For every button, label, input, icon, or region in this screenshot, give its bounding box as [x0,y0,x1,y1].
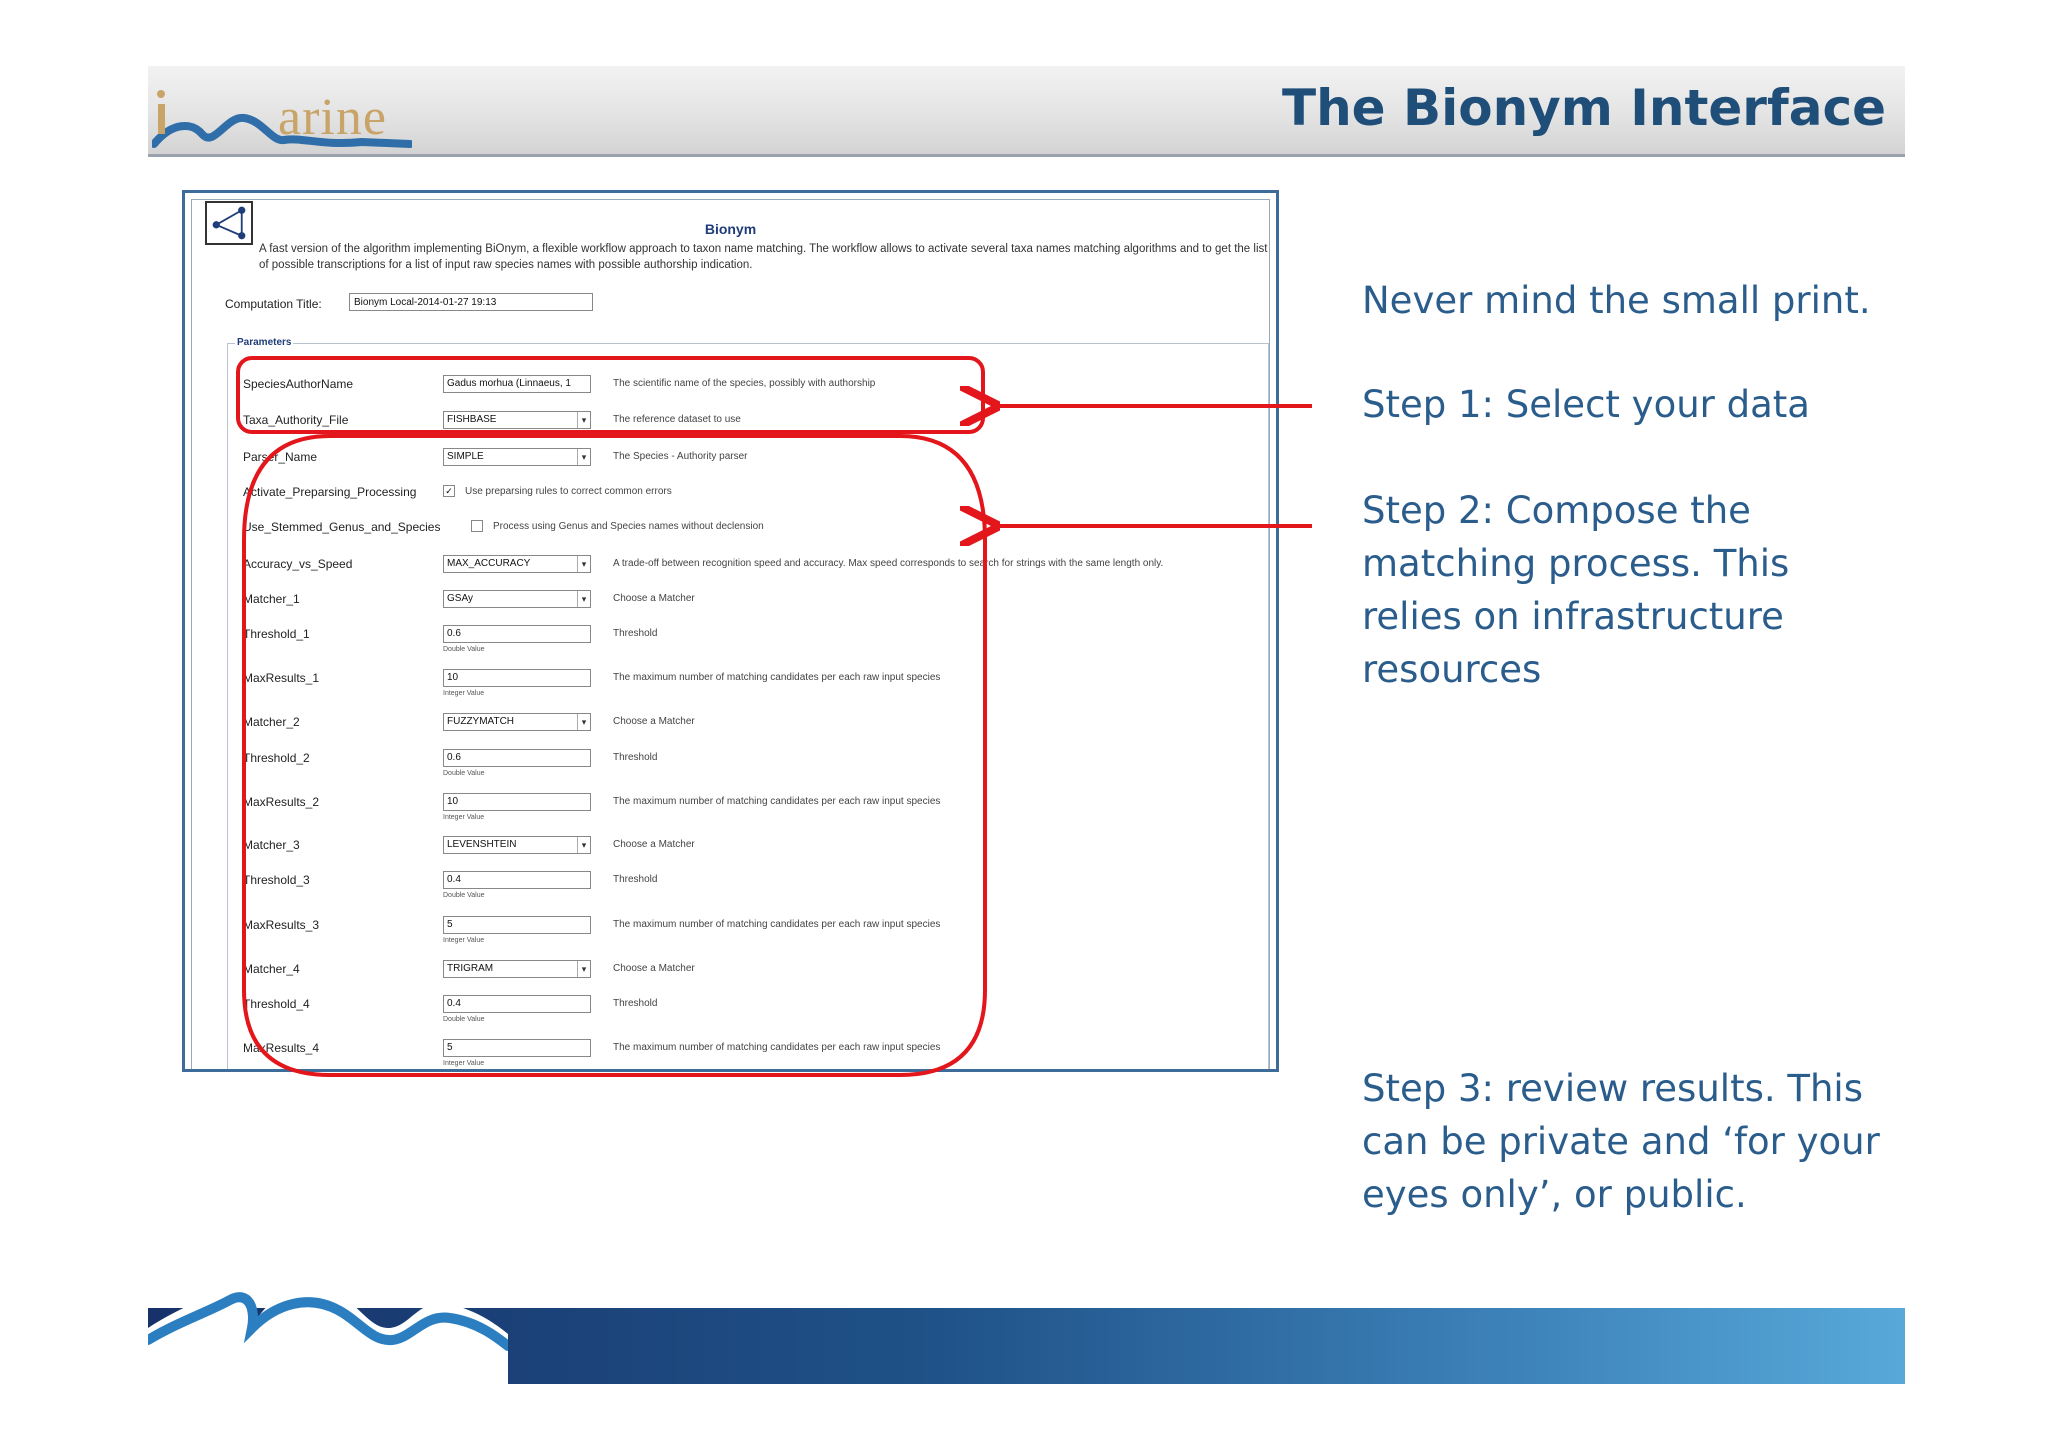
slide-title: The Bionym Interface [1281,79,1886,137]
param-hint: The maximum number of matching candidate… [613,919,941,930]
chevron-down-icon[interactable]: ▾ [577,556,590,572]
note-step-1: Step 1: Select your data [1362,383,1810,426]
param-input[interactable]: 5 [443,1039,591,1057]
param-value: 5 [447,919,453,930]
param-type-note: Double Value [443,1016,485,1023]
param-hint: The scientific name of the species, poss… [613,378,876,389]
param-value: FUZZYMATCH [447,716,515,727]
bionym-screenshot: Bionym A fast version of the algorithm i… [182,190,1279,1072]
param-value: TRIGRAM [447,963,494,974]
param-label: MaxResults_1 [243,671,320,685]
computation-title-label: Computation Title: [225,297,322,311]
param-label: Taxa_Authority_File [243,413,349,427]
param-type-note: Integer Value [443,937,485,944]
param-value: 0.4 [447,998,461,1009]
bionym-description: A fast version of the algorithm implemen… [259,243,1268,271]
param-select[interactable]: SIMPLE ▾ [443,448,591,466]
param-label: MaxResults_4 [243,1041,320,1055]
chevron-down-icon[interactable]: ▾ [577,412,590,428]
note-step-2: Step 2: Compose the matching process. Th… [1362,489,1790,691]
param-hint: Threshold [613,628,658,639]
chevron-down-icon[interactable]: ▾ [577,591,590,607]
param-value: MAX_ACCURACY [447,558,531,569]
param-label: MaxResults_2 [243,795,320,809]
param-value: LEVENSHTEIN [447,839,517,850]
param-select[interactable]: TRIGRAM ▾ [443,960,591,978]
computation-title-input[interactable]: Bionym Local-2014-01-27 19:13 [349,293,593,311]
param-value: 0.6 [447,752,461,763]
param-type-note: Integer Value [443,814,485,821]
param-value: 0.6 [447,628,461,639]
param-type-note: Integer Value [443,690,485,697]
param-label: MaxResults_3 [243,918,320,932]
param-checkbox[interactable] [471,520,483,532]
parameters-legend: Parameters [235,337,294,348]
param-select[interactable]: MAX_ACCURACY ▾ [443,555,591,573]
param-select[interactable]: LEVENSHTEIN ▾ [443,836,591,854]
param-value: 0.4 [447,874,461,885]
chevron-down-icon[interactable]: ▾ [577,449,590,465]
note-step-3: Step 3: review results. This can be priv… [1362,1067,1880,1216]
param-label: Parser_Name [243,450,318,464]
param-hint: The reference dataset to use [613,414,741,425]
param-label: SpeciesAuthorName [243,377,354,391]
param-value: Gadus morhua (Linnaeus, 1 [447,378,571,389]
param-select[interactable]: FUZZYMATCH ▾ [443,713,591,731]
param-hint: The Species - Authority parser [613,451,748,462]
param-label: Matcher_2 [243,715,300,729]
param-value: 10 [447,672,459,683]
param-label: Threshold_2 [243,751,310,765]
param-hint: Threshold [613,874,658,885]
param-input[interactable]: 10 [443,669,591,687]
param-value: 10 [447,796,459,807]
param-input[interactable]: 10 [443,793,591,811]
param-hint: Choose a Matcher [613,839,695,850]
param-label: Threshold_1 [243,627,310,641]
param-value: FISHBASE [447,414,497,425]
param-hint: The maximum number of matching candidate… [613,672,941,683]
param-value: SIMPLE [447,451,484,462]
param-value: GSAy [447,593,473,604]
param-hint: The maximum number of matching candidate… [613,796,941,807]
param-label: Threshold_3 [243,873,310,887]
param-hint: Threshold [613,752,658,763]
param-input[interactable]: 0.4 [443,995,591,1013]
param-label: Accuracy_vs_Speed [243,557,353,571]
param-input[interactable]: 0.6 [443,749,591,767]
param-hint: Threshold [613,998,658,1009]
param-label: Threshold_4 [243,997,310,1011]
param-hint: A trade-off between recognition speed an… [613,558,1164,569]
param-hint: Use preparsing rules to correct common e… [465,486,672,497]
param-input[interactable]: 0.4 [443,871,591,889]
param-checkbox[interactable]: ✓ [443,485,455,497]
chevron-down-icon[interactable]: ▾ [577,714,590,730]
wave-decoration-icon [148,1282,508,1384]
param-hint: Process using Genus and Species names wi… [493,521,764,532]
chevron-down-icon[interactable]: ▾ [577,837,590,853]
param-hint: Choose a Matcher [613,963,695,974]
param-type-note: Double Value [443,770,485,777]
param-label: Use_Stemmed_Genus_and_Species [243,520,441,534]
param-label: Activate_Preparsing_Processing [243,485,417,499]
param-label: Matcher_3 [243,838,300,852]
param-select[interactable]: GSAy ▾ [443,590,591,608]
note-small-print: Never mind the small print. [1362,279,1871,322]
logo-text: arine [278,89,387,146]
param-type-note: Double Value [443,646,485,653]
param-input[interactable]: 5 [443,916,591,934]
param-label: Matcher_1 [243,592,300,606]
chevron-down-icon[interactable]: ▾ [577,961,590,977]
param-type-note: Double Value [443,892,485,899]
param-hint: The maximum number of matching candidate… [613,1042,941,1053]
bionym-title: Bionym [704,221,757,237]
param-type-note: Integer Value [443,1060,485,1067]
param-label: Matcher_4 [243,962,300,976]
param-input[interactable]: Gadus morhua (Linnaeus, 1 [443,375,591,393]
param-hint: Choose a Matcher [613,593,695,604]
param-input[interactable]: 0.6 [443,625,591,643]
param-value: 5 [447,1042,453,1053]
param-hint: Choose a Matcher [613,716,695,727]
param-select[interactable]: FISHBASE ▾ [443,411,591,429]
